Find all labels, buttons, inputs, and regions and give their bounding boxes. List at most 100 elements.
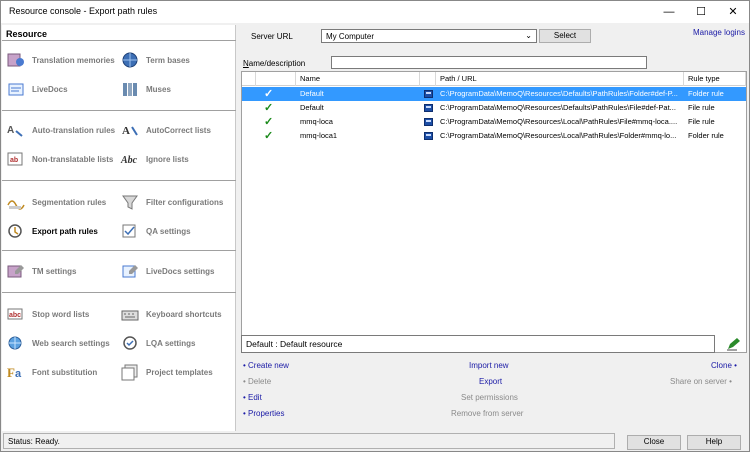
edit-link[interactable]: • Edit <box>243 393 262 402</box>
translation-memory-icon <box>6 51 26 69</box>
resource-item-livedocs-settings[interactable]: LiveDocs settings <box>120 260 214 282</box>
resource-item-project-templates[interactable]: Project templates <box>120 361 213 383</box>
item-label: QA settings <box>146 226 191 236</box>
delete-link[interactable]: • Delete <box>243 377 271 386</box>
filter-icon <box>120 193 140 211</box>
resource-item-tm-settings[interactable]: TM settings <box>6 260 76 282</box>
export-link[interactable]: Export <box>479 377 502 386</box>
item-label: Non-translatable lists <box>32 154 114 164</box>
project-templates-icon <box>120 363 140 381</box>
resource-detail-panel: Server URL My Computer ⌄ Select Manage l… <box>237 25 749 431</box>
item-label: AutoCorrect lists <box>146 125 211 135</box>
local-drive-icon <box>424 90 433 98</box>
close-window-button[interactable]: ✕ <box>717 1 749 23</box>
select-server-button[interactable]: Select <box>539 29 591 43</box>
grid-header: Name Path / URL Rule type <box>242 72 746 86</box>
item-label: Keyboard shortcuts <box>146 309 222 319</box>
resource-item-segmentation-rules[interactable]: Segmentation rules <box>6 191 106 213</box>
properties-link[interactable]: • Properties <box>243 409 284 418</box>
resource-list-panel: Resource Translation memories Term bases… <box>2 25 236 431</box>
muses-icon <box>120 80 140 98</box>
check-icon: ✓ <box>264 102 274 114</box>
resource-console-window: Resource console - Export path rules — ☐… <box>0 0 750 452</box>
font-substitution-icon: Fa <box>6 363 26 381</box>
server-url-label: Server URL <box>251 32 293 41</box>
stop-word-icon: abc <box>6 305 26 323</box>
table-row[interactable]: ✓ Default C:\ProgramData\MemoQ\Resources\D… <box>242 87 746 101</box>
rule-path-cell: C:\ProgramData\MemoQ\Resources\Defaults\… <box>440 103 676 112</box>
rule-name-cell: Default <box>300 89 324 98</box>
resource-item-keyboard-shortcuts[interactable]: Keyboard shortcuts <box>120 303 222 325</box>
local-drive-icon <box>424 104 433 112</box>
import-new-link[interactable]: Import new <box>469 361 509 370</box>
svg-text:A: A <box>122 125 130 137</box>
non-translatable-icon: ab <box>6 150 26 168</box>
rule-name-cell: Default <box>300 103 324 112</box>
resource-item-term-bases[interactable]: Term bases <box>120 49 190 71</box>
set-permissions-link[interactable]: Set permissions <box>461 393 518 402</box>
resource-item-font-substitution[interactable]: Fa Font substitution <box>6 361 97 383</box>
check-icon: ✓ <box>264 116 274 128</box>
svg-text:ab: ab <box>10 157 18 164</box>
create-new-link[interactable]: • Create new <box>243 361 289 370</box>
resource-item-web-search-settings[interactable]: Web search settings <box>6 332 110 354</box>
header-path[interactable]: Path / URL <box>436 72 684 86</box>
server-url-dropdown[interactable]: My Computer ⌄ <box>321 29 537 43</box>
item-label: Export path rules <box>32 226 98 236</box>
clone-link[interactable]: Clone • <box>711 361 737 370</box>
resource-item-muses[interactable]: Muses <box>120 78 171 100</box>
item-label: Web search settings <box>32 338 110 348</box>
resource-item-livedocs[interactable]: LiveDocs <box>6 78 68 100</box>
window-title: Resource console - Export path rules <box>9 6 158 16</box>
rule-path-cell: C:\ProgramData\MemoQ\Resources\Defaults\… <box>440 89 678 98</box>
item-label: Segmentation rules <box>32 197 107 207</box>
title-bar: Resource console - Export path rules — ☐… <box>1 1 749 23</box>
rule-type-cell: Folder rule <box>688 131 724 140</box>
resource-item-export-path-rules[interactable]: Export path rules <box>6 220 98 242</box>
item-label: LiveDocs settings <box>146 266 215 276</box>
resource-item-translation-memories[interactable]: Translation memories <box>6 49 115 71</box>
header-name[interactable]: Name <box>296 72 420 86</box>
rule-name-cell: mmq-loca1 <box>300 131 338 140</box>
svg-text:Abc: Abc <box>120 155 138 166</box>
item-label: Auto-translation rules <box>32 125 116 135</box>
header-rule-type[interactable]: Rule type <box>684 72 746 86</box>
resource-description-box: Default : Default resource <box>241 335 715 353</box>
rule-name-cell: mmq-loca <box>300 117 333 126</box>
autocorrect-icon: A <box>120 121 140 139</box>
resource-item-non-translatable-lists[interactable]: ab Non-translatable lists <box>6 148 113 170</box>
item-label: Project templates <box>146 367 213 377</box>
svg-text:A: A <box>7 125 14 136</box>
table-row[interactable]: ✓ mmq-loca1 C:\ProgramData\MemoQ\Resources… <box>242 129 746 143</box>
resource-item-ignore-lists[interactable]: Abc Ignore lists <box>120 148 189 170</box>
remove-from-server-link[interactable]: Remove from server <box>451 409 523 418</box>
local-drive-icon <box>424 132 433 140</box>
export-path-icon <box>6 222 26 240</box>
table-row[interactable]: ✓ mmq-loca C:\ProgramData\MemoQ\Resources\… <box>242 115 746 129</box>
resource-item-filter-configurations[interactable]: Filter configurations <box>120 191 223 213</box>
rule-path-cell: C:\ProgramData\MemoQ\Resources\Local\Pat… <box>440 131 677 140</box>
local-drive-icon <box>424 118 433 126</box>
keyboard-icon <box>120 305 140 323</box>
ignore-list-icon: Abc <box>120 150 140 168</box>
manage-logins-link[interactable]: Manage logins <box>693 28 745 37</box>
resource-item-lqa-settings[interactable]: LQA settings <box>120 332 195 354</box>
maximize-button[interactable]: ☐ <box>685 1 717 23</box>
header-location <box>420 72 436 86</box>
resource-item-stop-word-lists[interactable]: abc Stop word lists <box>6 303 89 325</box>
help-button[interactable]: Help <box>687 435 741 450</box>
resource-item-qa-settings[interactable]: QA settings <box>120 220 191 242</box>
resource-item-autocorrect-lists[interactable]: A AutoCorrect lists <box>120 119 211 141</box>
server-url-value: My Computer <box>326 32 375 41</box>
term-base-icon <box>120 51 140 69</box>
item-label: LiveDocs <box>32 84 68 94</box>
name-description-input[interactable] <box>331 56 647 69</box>
item-label: Stop word lists <box>32 309 90 319</box>
close-button[interactable]: Close <box>627 435 681 450</box>
share-on-server-link[interactable]: Share on server • <box>670 377 732 386</box>
minimize-button[interactable]: — <box>653 1 685 23</box>
resource-item-auto-translation-rules[interactable]: A Auto-translation rules <box>6 119 115 141</box>
header-status <box>256 72 296 86</box>
table-row[interactable]: ✓ Default C:\ProgramData\MemoQ\Resources\D… <box>242 101 746 115</box>
edit-description-icon[interactable] <box>725 337 741 351</box>
